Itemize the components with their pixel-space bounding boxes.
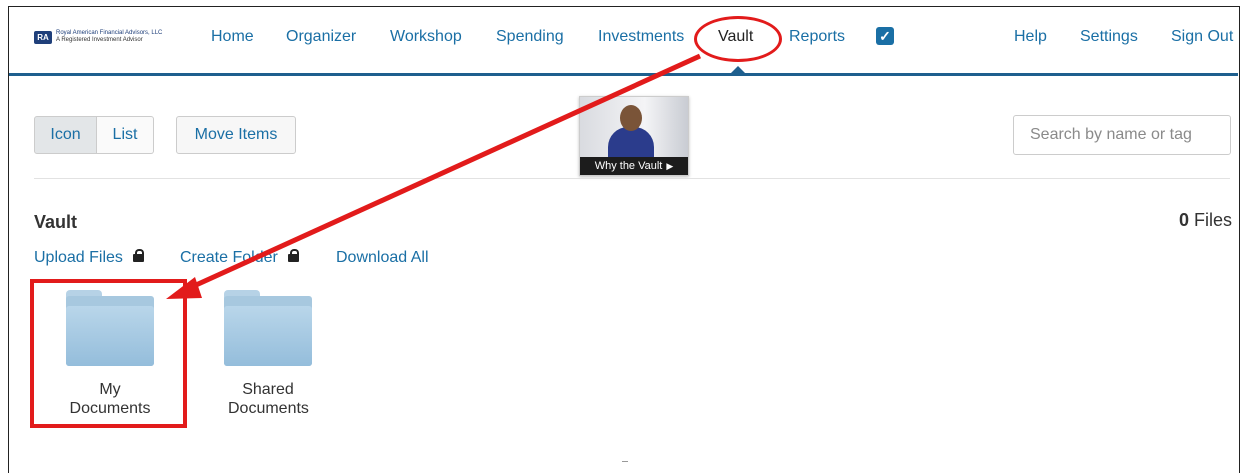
annotation-arrow-icon: [166, 53, 702, 299]
scroll-indicator: [622, 461, 628, 462]
